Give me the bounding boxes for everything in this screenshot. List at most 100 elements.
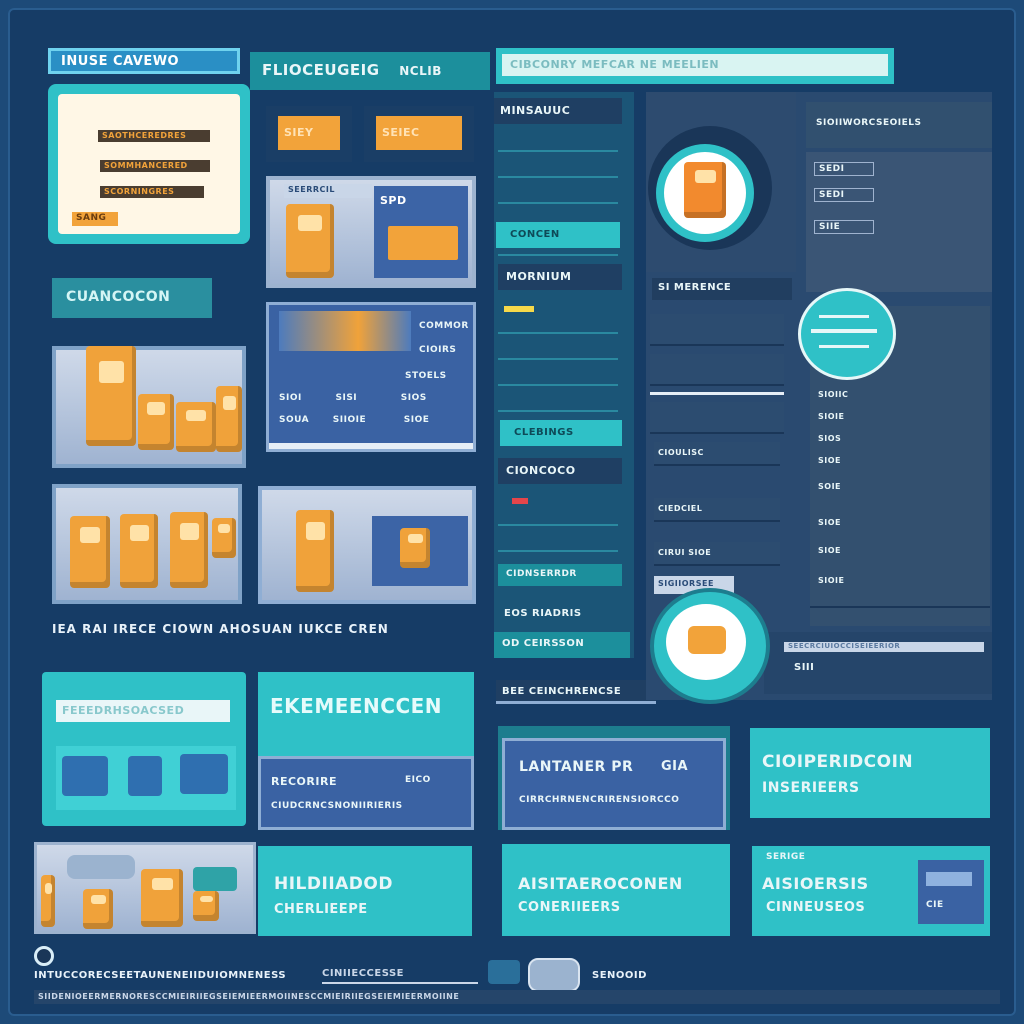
mid-section-1[interactable]: MINSAUUC xyxy=(494,98,622,124)
info-card-footer xyxy=(269,443,473,449)
feature-2-cell: EICO xyxy=(405,775,431,785)
info-cell: SISI xyxy=(335,393,358,403)
robot-figure xyxy=(138,394,174,450)
feature-2-title: EKEMEENCCEN xyxy=(270,694,443,718)
mid-column: MINSAUUC CONCEN MORNIUM CLEBINGS CIONCOC… xyxy=(494,92,634,658)
list-item xyxy=(498,184,618,204)
search-bar[interactable]: CIBCONRY MEFCAR NE MEELIEN xyxy=(496,48,894,84)
brand-label[interactable]: INUSE CAVEWO xyxy=(48,48,240,74)
robot-figure xyxy=(170,512,208,588)
right-bottom-label: SIII xyxy=(794,662,815,673)
tile-1[interactable]: SIEY xyxy=(266,106,352,162)
mid-section-3[interactable]: CIONCOCO xyxy=(498,458,622,484)
list-item xyxy=(498,392,618,412)
robot-figure xyxy=(70,516,110,588)
list-item xyxy=(498,158,618,178)
feature-5-sub: CHERLIEEPE xyxy=(274,902,368,917)
feature-3-right: GIA xyxy=(661,759,689,774)
feature-7-tag: SERIGE xyxy=(766,852,806,862)
side-row: SIOIE xyxy=(818,576,845,585)
feature-3-body: LANTANER PR GIA CIRRCHRNENCRIRENSIORCCO xyxy=(502,738,726,830)
device-icon xyxy=(62,756,108,796)
info-cell: COMMOR xyxy=(419,321,469,331)
mid-button-1[interactable]: CONCEN xyxy=(496,222,620,248)
feature-card-3[interactable]: LANTANER PR GIA CIRRCHRNENCRIRENSIORCCO xyxy=(498,726,730,830)
page-title-text: FLIOCEUGEIG xyxy=(262,61,380,79)
feature-2-table: RECORIRE EICO CIUDCRNCSNONIIRIERIS xyxy=(258,756,474,830)
side-row: SIOIIC xyxy=(818,390,849,399)
avatar-bot-2[interactable] xyxy=(650,588,770,704)
summary-line-3: SCORNINGRES xyxy=(100,186,204,198)
info-card[interactable]: COMMOR CIOIRS STOELS SIOI SISI SIOS SOUA… xyxy=(266,302,476,452)
summary-card-body: SAOTHCEREDRES SOMMHANCERED SCORNINGRES S… xyxy=(58,94,240,234)
footer-text-right: SENOOID xyxy=(592,970,647,981)
mid-button-3[interactable]: CIDNSERRDR xyxy=(498,564,622,586)
mid-label-5[interactable]: OD CEIRSSON xyxy=(494,632,630,658)
side-row: SIOE xyxy=(818,456,842,465)
product-card-panel: SPD xyxy=(374,186,468,278)
mid-button-2[interactable]: CLEBINGS xyxy=(500,420,622,446)
right-mid-row: CIRUI SIOE xyxy=(654,542,780,566)
info-cell: SOUA xyxy=(279,415,310,425)
info-card-image xyxy=(279,311,411,351)
mid-section-2[interactable]: MORNIUM xyxy=(498,264,622,290)
badge-circle[interactable] xyxy=(798,288,896,380)
feature-2-row: CIUDCRNCSNONIIRIERIS xyxy=(271,801,403,811)
status-dot xyxy=(34,946,54,966)
feature-card-7[interactable]: SERIGE AISIOERSIS CINNEUSEOS CIE xyxy=(752,846,990,936)
info-cell: SIIOIE xyxy=(332,415,367,425)
product-photo-1[interactable] xyxy=(52,346,246,468)
device-icon xyxy=(67,855,135,879)
robot-figure xyxy=(141,869,183,927)
right-mid-row: CIEDCIEL xyxy=(654,498,780,522)
robot-figure xyxy=(176,402,216,452)
summary-line-2: SOMMHANCERED xyxy=(100,160,210,172)
robot-figure xyxy=(684,162,726,218)
photo-3-panel xyxy=(372,516,468,586)
list-item xyxy=(650,314,784,346)
progress-yellow xyxy=(504,306,534,312)
robot-figure xyxy=(216,386,242,452)
info-cell: CIOIRS xyxy=(419,345,457,355)
footer-chip-icon[interactable] xyxy=(528,958,580,992)
robot-figure xyxy=(193,891,219,921)
summary-card[interactable]: SAOTHCEREDRES SOMMHANCERED SCORNINGRES S… xyxy=(48,84,250,244)
tile-2-label: SEIEC xyxy=(376,116,462,150)
product-photo-4[interactable] xyxy=(34,842,256,934)
side-row: SIOS xyxy=(818,434,842,443)
side-row: SIOE xyxy=(818,546,842,555)
feature-4-sub: INSERIEERS xyxy=(762,780,860,796)
footer-logo-icon[interactable] xyxy=(488,960,520,984)
feature-card-5[interactable]: HILDIIADOD CHERLIEEPE xyxy=(258,846,472,936)
info-row-1b: CIOIRS xyxy=(419,345,475,357)
robot-figure xyxy=(400,528,430,568)
feature-6-title: AISITAEROCONEN xyxy=(518,874,683,893)
product-photo-2[interactable] xyxy=(52,484,242,604)
mid-label-4: EOS RIADRIS xyxy=(504,608,582,619)
footer-text-mid: CINIIECCESSE xyxy=(322,968,478,984)
right-bottom-strip: SEECRCIUIOCCISEIEERIOR SIII xyxy=(764,632,992,694)
side-row: SIOE xyxy=(818,518,842,527)
feature-card-4[interactable]: CIOIPERIDCOIN INSERIEERS xyxy=(750,728,990,818)
search-input[interactable]: CIBCONRY MEFCAR NE MEELIEN xyxy=(502,54,888,76)
info-cell: SIOI xyxy=(279,393,302,403)
page-title: FLIOCEUGEIG NCLIB xyxy=(250,52,490,90)
product-photo-3[interactable] xyxy=(258,486,476,604)
list-item xyxy=(650,402,784,434)
tile-2[interactable]: SEIEC xyxy=(364,106,474,162)
feature-6-sub: CONERIIEERS xyxy=(518,900,621,915)
avatar-robot[interactable] xyxy=(648,126,772,250)
info-row-4: SOUA SIIOIE SIOE xyxy=(279,415,475,427)
right-row: SEDI xyxy=(814,188,874,202)
mini-bar xyxy=(926,872,972,886)
feature-card-6[interactable]: AISITAEROCONEN CONERIIEERS xyxy=(502,844,730,936)
section-label[interactable]: CUANCOCON xyxy=(52,278,212,318)
feature-1-icons xyxy=(56,746,236,810)
product-card[interactable]: SEERRCIL SPD xyxy=(266,176,476,288)
feature-card-1[interactable]: FEEEDRHSOACSED xyxy=(42,672,246,826)
list-item xyxy=(498,506,618,526)
feature-card-2[interactable]: EKEMEENCCEN RECORIRE EICO CIUDCRNCSNONII… xyxy=(258,672,474,830)
right-panel-title: SIOIIWORCSEOIELS xyxy=(806,102,992,148)
right-mid-row: CIOULISC xyxy=(654,442,780,466)
side-row: SOIE xyxy=(818,482,842,491)
